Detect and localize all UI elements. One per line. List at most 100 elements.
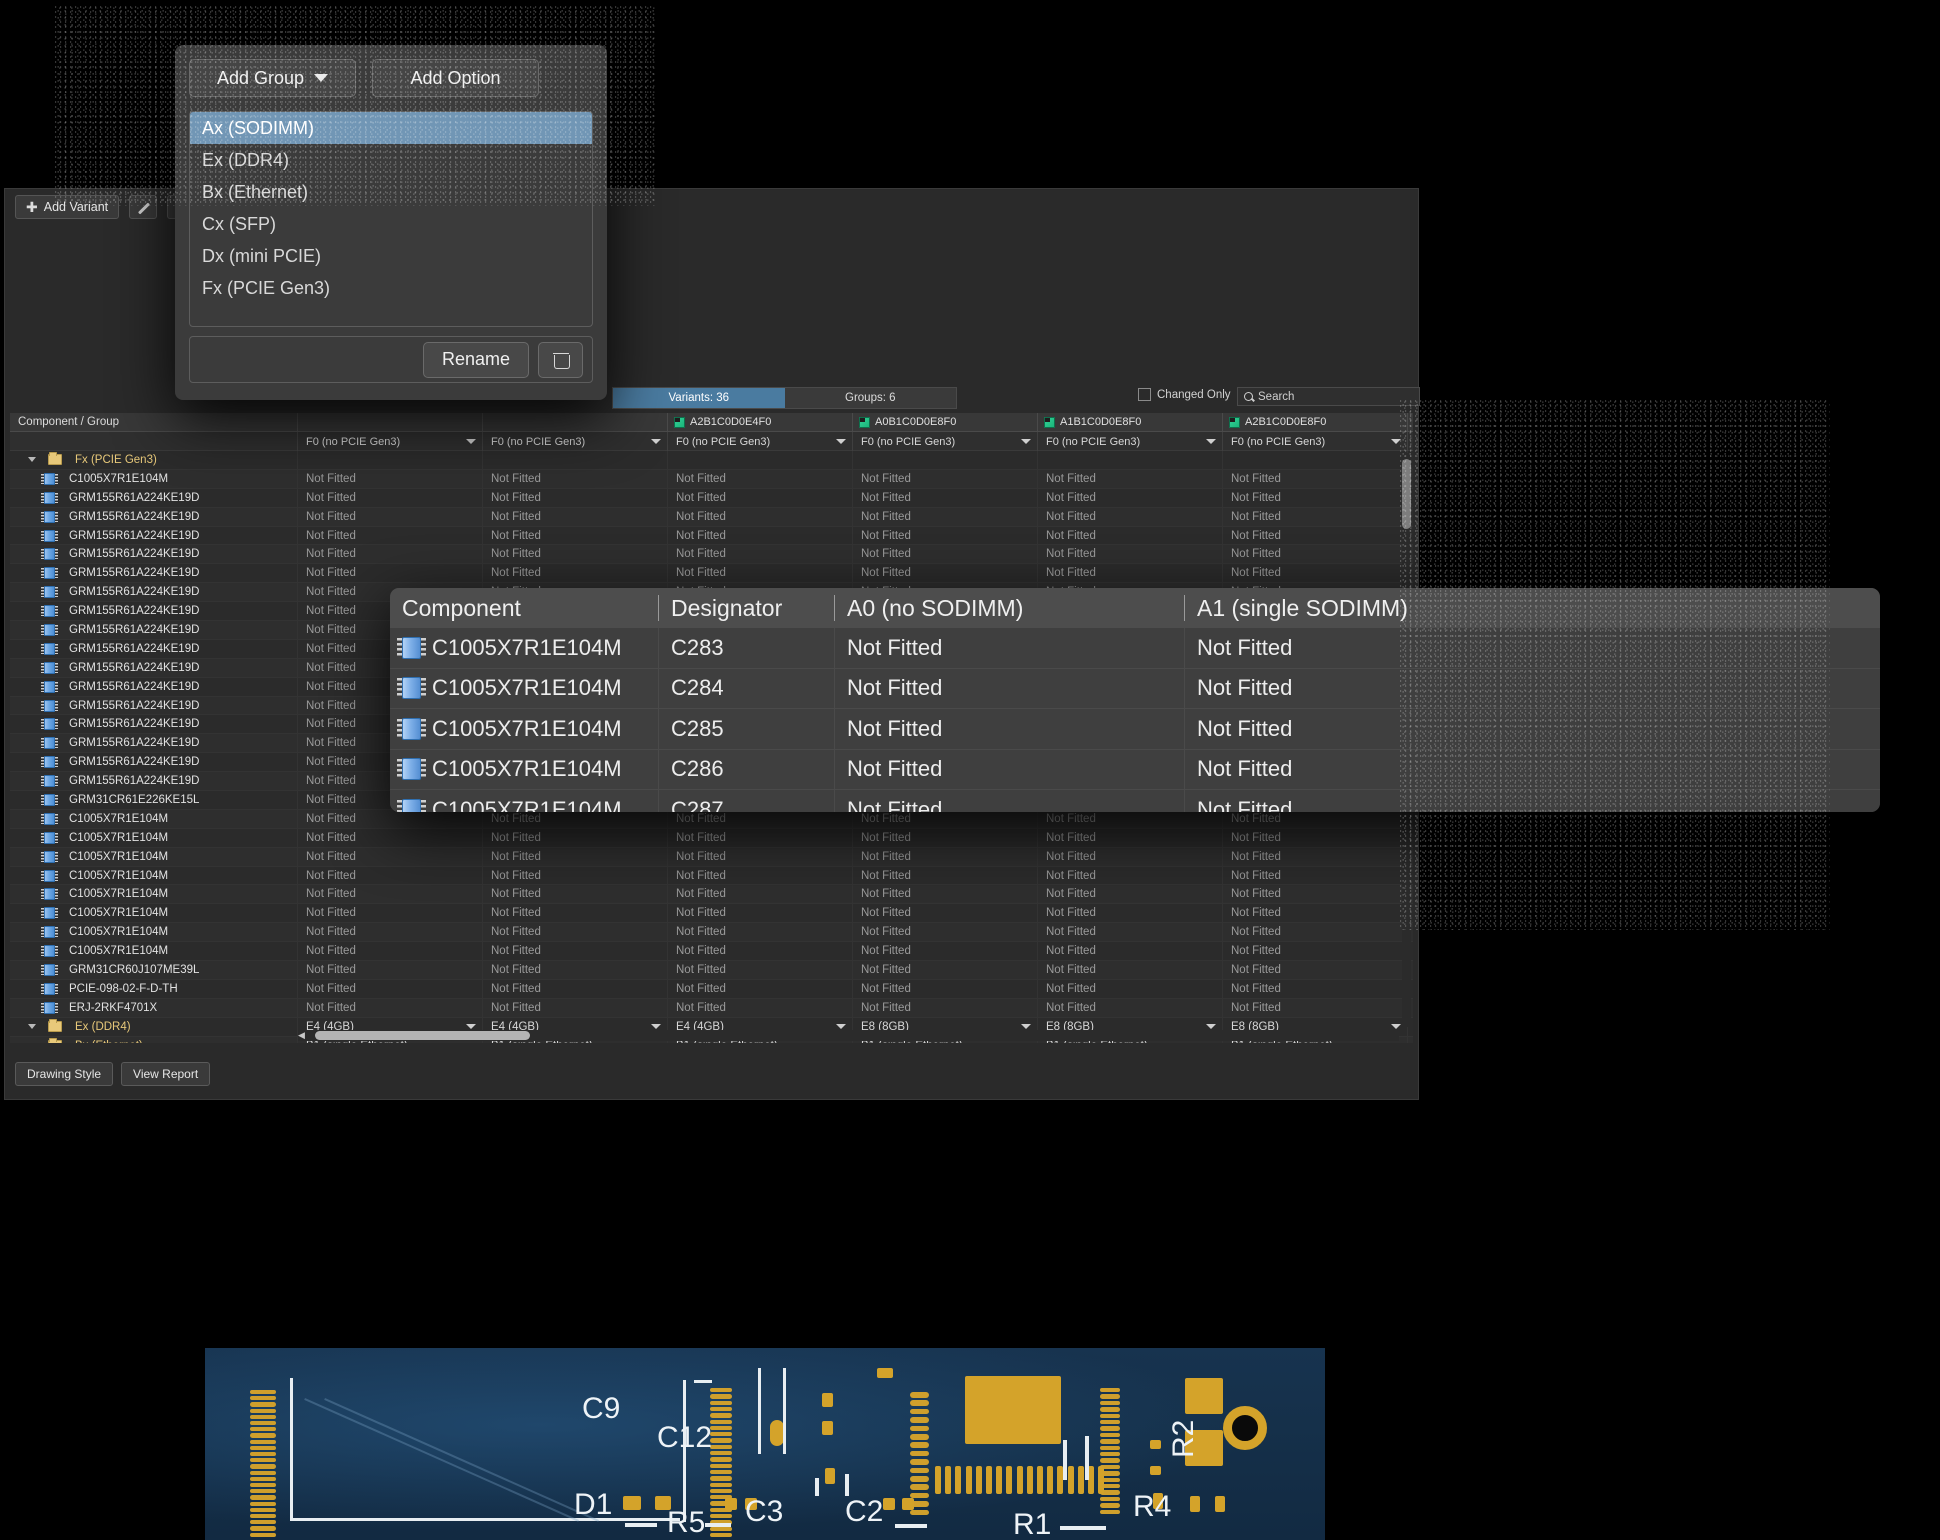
cell-fitted-state[interactable]: Not Fitted xyxy=(668,488,853,507)
cell-fitted-state[interactable]: Not Fitted xyxy=(668,866,853,885)
cell-fitted-state[interactable]: Not Fitted xyxy=(298,809,483,828)
cell-fitted-state[interactable]: Not Fitted xyxy=(853,885,1038,904)
variant-option-dropdown[interactable]: F0 (no PCIE Gen3) xyxy=(668,432,853,451)
cell-fitted-state[interactable]: Not Fitted xyxy=(1223,979,1408,998)
cell-fitted-state[interactable]: Not Fitted xyxy=(298,979,483,998)
cell-fitted-state[interactable]: Not Fitted xyxy=(483,526,668,545)
cell-fitted-state[interactable] xyxy=(298,451,483,469)
cell-fitted-state[interactable]: Not Fitted xyxy=(668,564,853,583)
cell-fitted-state[interactable]: Not Fitted xyxy=(1223,998,1408,1017)
cell-fitted-state[interactable]: Not Fitted xyxy=(1038,488,1223,507)
edit-variant-button[interactable] xyxy=(129,195,157,219)
cell-fitted-state[interactable]: Not Fitted xyxy=(853,942,1038,961)
cell-fitted-state[interactable] xyxy=(853,451,1038,469)
cell-fitted-state[interactable]: Not Fitted xyxy=(298,885,483,904)
table-row[interactable]: C1005X7R1E104MNot FittedNot FittedNot Fi… xyxy=(10,885,1413,904)
overlay-cell-a1[interactable]: Not Fitted xyxy=(1184,790,1524,813)
overlay-cell-a0[interactable]: Not Fitted xyxy=(834,709,1184,750)
cell-fitted-state[interactable]: Not Fitted xyxy=(1223,904,1408,923)
changed-only-checkbox[interactable]: Changed Only xyxy=(1138,388,1231,401)
cell-fitted-state[interactable] xyxy=(668,451,853,469)
group-list-item[interactable]: Cx (SFP) xyxy=(190,208,592,240)
drawing-style-button[interactable]: Drawing Style xyxy=(15,1062,113,1086)
cell-fitted-state[interactable]: Not Fitted xyxy=(1223,961,1408,980)
add-group-button[interactable]: Add Group xyxy=(189,59,356,97)
cell-fitted-state[interactable] xyxy=(1038,451,1223,469)
cell-fitted-state[interactable]: Not Fitted xyxy=(668,526,853,545)
cell-fitted-state[interactable]: Not Fitted xyxy=(1038,904,1223,923)
table-row[interactable]: C1005X7R1E104MNot FittedNot FittedNot Fi… xyxy=(10,470,1413,489)
cell-fitted-state[interactable]: Not Fitted xyxy=(1223,828,1408,847)
cell-fitted-state[interactable]: Not Fitted xyxy=(1038,885,1223,904)
overlay-cell-designator[interactable]: C286 xyxy=(658,749,834,790)
grid-header-variant[interactable]: A2B1C0D0E4F0 xyxy=(668,413,853,432)
cell-fitted-state[interactable]: Not Fitted xyxy=(1223,526,1408,545)
table-row[interactable]: GRM155R61A224KE19DNot FittedNot FittedNo… xyxy=(10,545,1413,564)
cell-fitted-state[interactable]: Not Fitted xyxy=(298,469,483,488)
cell-fitted-state[interactable]: Not Fitted xyxy=(1223,847,1408,866)
tab-variants[interactable]: Variants: 36 xyxy=(613,388,785,408)
overlay-cell-a1[interactable]: Not Fitted xyxy=(1184,709,1524,750)
overlay-cell-a0[interactable]: Not Fitted xyxy=(834,749,1184,790)
overlay-column-header[interactable]: Designator xyxy=(658,595,834,621)
cell-fitted-state[interactable]: Not Fitted xyxy=(1223,809,1408,828)
cell-fitted-state[interactable] xyxy=(1223,451,1408,469)
overlay-table-row[interactable]: C1005X7R1E104MC287Not FittedNot Fitted xyxy=(390,790,1880,812)
cell-fitted-state[interactable]: Not Fitted xyxy=(1223,942,1408,961)
overlay-cell-designator[interactable]: C285 xyxy=(658,709,834,750)
cell-fitted-state[interactable]: Not Fitted xyxy=(1038,526,1223,545)
cell-fitted-state[interactable]: Not Fitted xyxy=(853,979,1038,998)
overlay-cell-a1[interactable]: Not Fitted xyxy=(1184,628,1524,669)
cell-fitted-state[interactable]: Not Fitted xyxy=(298,998,483,1017)
cell-fitted-state[interactable]: Not Fitted xyxy=(298,564,483,583)
grid-header-variant[interactable]: A1B1C0D0E8F0 xyxy=(1038,413,1223,432)
grid-header-variant[interactable]: A2B1C0D0E8F0 xyxy=(1223,413,1408,432)
cell-fitted-state[interactable]: Not Fitted xyxy=(483,885,668,904)
cell-fitted-state[interactable]: Not Fitted xyxy=(853,923,1038,942)
cell-fitted-state[interactable]: Not Fitted xyxy=(1223,866,1408,885)
cell-fitted-state[interactable]: Not Fitted xyxy=(1223,469,1408,488)
table-row[interactable]: C1005X7R1E104MNot FittedNot FittedNot Fi… xyxy=(10,848,1413,867)
cell-fitted-state[interactable]: Not Fitted xyxy=(668,961,853,980)
cell-fitted-state[interactable]: Not Fitted xyxy=(298,961,483,980)
cell-fitted-state[interactable]: Not Fitted xyxy=(668,507,853,526)
overlay-table-row[interactable]: C1005X7R1E104MC284Not FittedNot Fitted xyxy=(390,669,1880,710)
table-row[interactable]: PCIE-098-02-F-D-THNot FittedNot FittedNo… xyxy=(10,980,1413,999)
cell-fitted-state[interactable]: Not Fitted xyxy=(853,545,1038,564)
cell-fitted-state[interactable]: Not Fitted xyxy=(1223,885,1408,904)
cell-fitted-state[interactable]: Not Fitted xyxy=(668,904,853,923)
grid-header-variant[interactable] xyxy=(298,413,483,432)
overlay-cell-a0[interactable]: Not Fitted xyxy=(834,790,1184,813)
vertical-scroll-thumb[interactable] xyxy=(1402,459,1411,529)
table-row[interactable]: GRM155R61A224KE19DNot FittedNot FittedNo… xyxy=(10,527,1413,546)
overlay-cell-designator[interactable]: C287 xyxy=(658,790,834,813)
cell-fitted-state[interactable]: Not Fitted xyxy=(668,979,853,998)
cell-fitted-state[interactable]: Not Fitted xyxy=(483,545,668,564)
table-row[interactable]: C1005X7R1E104MNot FittedNot FittedNot Fi… xyxy=(10,904,1413,923)
group-list-item[interactable]: Bx (Ethernet) xyxy=(190,176,592,208)
cell-fitted-state[interactable]: Not Fitted xyxy=(483,847,668,866)
cell-fitted-state[interactable]: Not Fitted xyxy=(298,828,483,847)
cell-fitted-state[interactable]: Not Fitted xyxy=(483,866,668,885)
cell-fitted-state[interactable]: Not Fitted xyxy=(298,866,483,885)
search-input[interactable]: Search xyxy=(1237,387,1420,406)
table-row[interactable]: C1005X7R1E104MNot FittedNot FittedNot Fi… xyxy=(10,942,1413,961)
grid-header-component-group[interactable]: Component / Group xyxy=(10,413,298,432)
cell-fitted-state[interactable]: Not Fitted xyxy=(668,847,853,866)
table-row[interactable]: GRM155R61A224KE19DNot FittedNot FittedNo… xyxy=(10,489,1413,508)
cell-fitted-state[interactable]: Not Fitted xyxy=(853,847,1038,866)
cell-fitted-state[interactable]: Not Fitted xyxy=(1038,942,1223,961)
view-report-button[interactable]: View Report xyxy=(121,1062,210,1086)
overlay-table-row[interactable]: C1005X7R1E104MC285Not FittedNot Fitted xyxy=(390,709,1880,750)
variant-option-dropdown[interactable]: F0 (no PCIE Gen3) xyxy=(1223,432,1408,451)
grid-horizontal-scrollbar[interactable]: ◀ xyxy=(298,1030,1399,1041)
cell-fitted-state[interactable]: Not Fitted xyxy=(853,469,1038,488)
cell-fitted-state[interactable]: Not Fitted xyxy=(1223,923,1408,942)
cell-fitted-state[interactable]: Not Fitted xyxy=(298,942,483,961)
table-row[interactable]: GRM155R61A224KE19DNot FittedNot FittedNo… xyxy=(10,508,1413,527)
cell-fitted-state[interactable]: Not Fitted xyxy=(1223,564,1408,583)
group-list-item[interactable]: Fx (PCIE Gen3) xyxy=(190,272,592,304)
overlay-cell-a1[interactable]: Not Fitted xyxy=(1184,749,1524,790)
horizontal-scroll-thumb[interactable] xyxy=(315,1031,530,1040)
cell-fitted-state[interactable]: Not Fitted xyxy=(668,809,853,828)
